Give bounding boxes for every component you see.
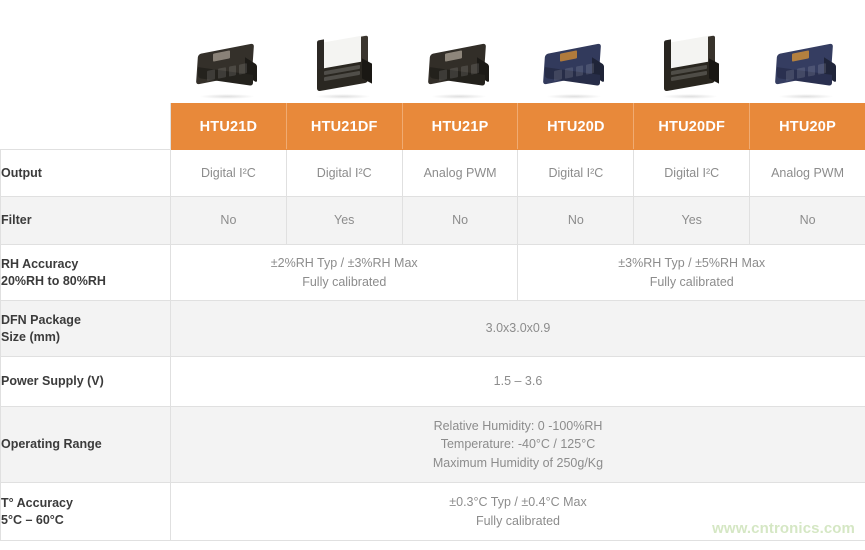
- cell-output-htu20p: Analog PWM: [749, 149, 865, 197]
- cell-rh-accuracy-htu21-group: ±2%RH Typ / ±3%RH Max Fully calibrated: [169, 244, 519, 301]
- cell-output-htu20df: Digital I²C: [633, 149, 751, 197]
- comparison-table-page: HTU21D HTU21DF HTU21P HTU20D HTU20DF HTU…: [0, 0, 865, 550]
- cell-filter-htu20df: Yes: [633, 196, 751, 245]
- cell-filter-htu21d: No: [170, 196, 287, 245]
- table-header-row: HTU21D HTU21DF HTU21P HTU20D HTU20DF HTU…: [0, 103, 865, 150]
- cell-filter-htu20p: No: [749, 196, 865, 245]
- cell-rh-accuracy-htu20-group: ±3%RH Typ / ±5%RH Max Fully calibrated: [517, 244, 865, 301]
- cell-output-htu21p: Analog PWM: [401, 149, 519, 197]
- table-row: DFN Package Size (mm) 3.0x3.0x0.9: [0, 300, 865, 357]
- spec-comparison-table: HTU21D HTU21DF HTU21P HTU20D HTU20DF HTU…: [0, 103, 865, 541]
- product-photo-htu21d: [170, 10, 286, 103]
- column-header-htu20df: HTU20DF: [633, 103, 751, 150]
- cell-power-supply-all: 1.5 – 3.6: [170, 356, 865, 407]
- product-photo-strip: [170, 10, 865, 103]
- table-row: RH Accuracy 20%RH to 80%RH ±2%RH Typ / ±…: [0, 244, 865, 301]
- row-label-rh-accuracy: RH Accuracy 20%RH to 80%RH: [0, 244, 171, 301]
- cell-output-htu21d: Digital I²C: [170, 149, 287, 197]
- row-label-dfn-package: DFN Package Size (mm): [0, 300, 171, 357]
- row-label-temperature-accuracy: T° Accuracy 5°C – 60°C: [0, 482, 171, 541]
- cell-filter-htu21p: No: [401, 196, 519, 245]
- table-row: Output Digital I²C Digital I²C Analog PW…: [0, 149, 865, 197]
- product-photo-htu20p: [749, 10, 865, 103]
- row-label-filter: Filter: [0, 196, 171, 245]
- sensor-chip-icon: [770, 35, 844, 99]
- product-photo-htu20df: [633, 10, 749, 103]
- table-row: Operating Range Relative Humidity: 0 -10…: [0, 406, 865, 483]
- row-label-operating-range: Operating Range: [0, 406, 171, 483]
- cell-output-htu21df: Digital I²C: [285, 149, 403, 197]
- sensor-chip-icon: [423, 35, 497, 99]
- product-photo-htu20d: [517, 10, 633, 103]
- header-spacer: [0, 103, 171, 150]
- table-row: Power Supply (V) 1.5 – 3.6: [0, 356, 865, 407]
- product-photo-htu21df: [286, 10, 402, 103]
- sensor-chip-filter-icon: [654, 35, 728, 99]
- sensor-chip-icon: [538, 35, 612, 99]
- cell-dfn-package-all: 3.0x3.0x0.9: [170, 300, 865, 357]
- column-header-htu21df: HTU21DF: [285, 103, 403, 150]
- column-header-htu20d: HTU20D: [517, 103, 635, 150]
- column-header-htu21d: HTU21D: [170, 103, 287, 150]
- table-row: Filter No Yes No No Yes No: [0, 196, 865, 245]
- row-label-power-supply: Power Supply (V): [0, 356, 171, 407]
- cell-operating-range-all: Relative Humidity: 0 -100%RH Temperature…: [170, 406, 865, 483]
- column-header-htu21p: HTU21P: [401, 103, 519, 150]
- sensor-chip-icon: [191, 35, 265, 99]
- cell-temperature-accuracy-all: ±0.3°C Typ / ±0.4°C Max Fully calibrated: [170, 482, 865, 541]
- cell-filter-htu20d: No: [517, 196, 635, 245]
- row-label-output: Output: [0, 149, 171, 197]
- sensor-chip-filter-icon: [307, 35, 381, 99]
- cell-filter-htu21df: Yes: [285, 196, 403, 245]
- product-photo-htu21p: [402, 10, 518, 103]
- cell-output-htu20d: Digital I²C: [517, 149, 635, 197]
- column-header-htu20p: HTU20P: [749, 103, 865, 150]
- table-row: T° Accuracy 5°C – 60°C ±0.3°C Typ / ±0.4…: [0, 482, 865, 541]
